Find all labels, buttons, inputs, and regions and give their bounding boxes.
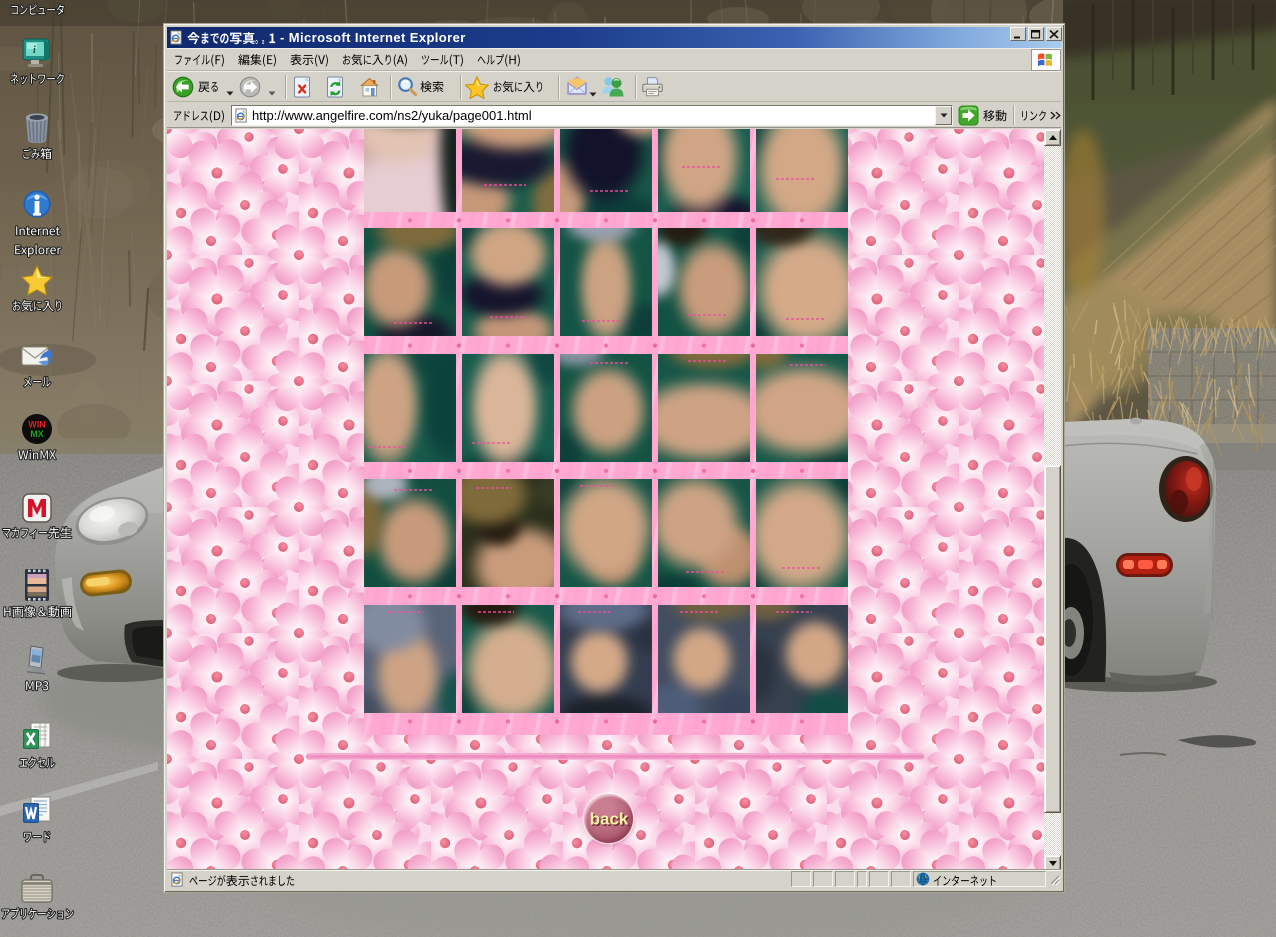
svg-text:i: i [33,45,36,56]
svg-text:WIN: WIN [28,420,46,430]
svg-text:MX: MX [30,429,44,439]
svg-text:back: back [589,809,628,828]
